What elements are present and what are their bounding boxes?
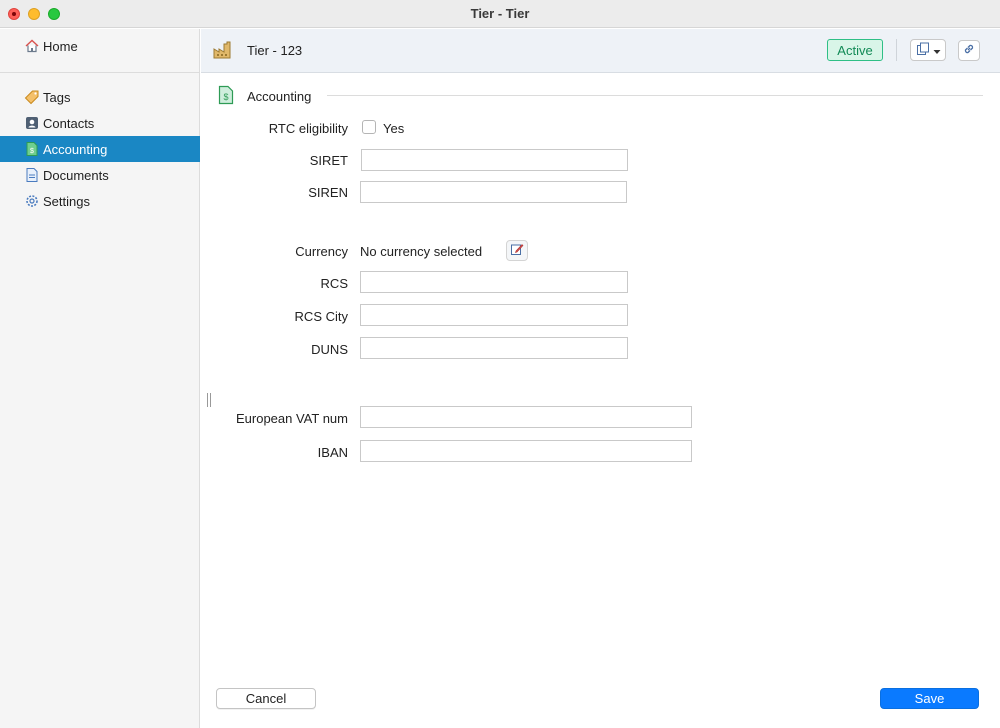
sidebar-item-contacts[interactable]: Contacts	[0, 110, 200, 136]
rcs-city-label: RCS City	[294, 309, 348, 324]
rtc-eligibility-label: RTC eligibility	[268, 121, 348, 136]
svg-text:$: $	[223, 92, 228, 102]
cancel-button[interactable]: Cancel	[216, 688, 316, 709]
window-title: Tier - Tier	[470, 6, 530, 21]
section-title: Accounting	[247, 89, 312, 104]
sidebar-item-accounting[interactable]: $ Accounting	[0, 136, 200, 162]
section-divider	[327, 95, 983, 96]
rtc-eligibility-yes-label[interactable]: Yes	[383, 121, 404, 136]
tag-icon	[24, 89, 40, 105]
edit-icon	[510, 242, 524, 259]
sidebar-item-label: Documents	[43, 167, 109, 183]
resize-handle[interactable]	[206, 393, 212, 407]
siret-label: SIRET	[309, 153, 348, 168]
rtc-eligibility-checkbox[interactable]	[362, 120, 376, 134]
sidebar-item-settings[interactable]: Settings	[0, 188, 200, 214]
accounting-document-icon: $	[24, 141, 40, 157]
rcs-city-input[interactable]	[360, 304, 628, 326]
copy-icon	[916, 42, 930, 59]
rcs-input[interactable]	[360, 271, 628, 293]
svg-text:$: $	[30, 148, 34, 155]
iban-input[interactable]	[360, 440, 692, 462]
siren-label: SIREN	[308, 185, 348, 200]
copy-menu-button[interactable]	[910, 39, 946, 61]
sidebar: Home Tags Contacts $ Accounting Document…	[0, 29, 200, 728]
sidebar-item-home[interactable]: Home	[0, 33, 200, 59]
rcs-label: RCS	[320, 276, 348, 291]
currency-label: Currency	[295, 244, 348, 259]
document-icon	[24, 167, 40, 183]
sidebar-item-label: Accounting	[43, 141, 108, 157]
sidebar-item-label: Settings	[43, 193, 90, 209]
link-icon	[962, 42, 976, 59]
header-divider	[896, 39, 897, 61]
currency-value: No currency selected	[360, 244, 483, 259]
factory-icon	[212, 40, 234, 63]
sidebar-item-documents[interactable]: Documents	[0, 162, 200, 188]
home-icon	[24, 38, 40, 54]
european-vat-label: European VAT num	[235, 411, 348, 426]
edit-currency-button[interactable]	[506, 240, 528, 261]
accounting-document-icon: $	[217, 85, 235, 108]
duns-input[interactable]	[360, 337, 628, 359]
sidebar-item-label: Home	[43, 38, 78, 54]
contact-card-icon	[24, 115, 40, 131]
link-button[interactable]	[958, 40, 980, 61]
iban-label: IBAN	[317, 445, 348, 460]
title-bar: Tier - Tier	[0, 0, 1000, 28]
status-badge: Active	[827, 39, 883, 61]
sidebar-item-label: Contacts	[43, 115, 95, 131]
siret-input[interactable]	[361, 149, 628, 171]
sidebar-item-tags[interactable]: Tags	[0, 84, 200, 110]
record-title: Tier - 123	[247, 43, 303, 58]
gear-icon	[24, 193, 40, 209]
duns-label: DUNS	[311, 342, 348, 357]
record-header: Tier - 123 Active	[201, 29, 1000, 73]
chevron-down-icon	[933, 43, 941, 58]
sidebar-item-label: Tags	[43, 89, 71, 105]
save-button[interactable]: Save	[880, 688, 979, 709]
sidebar-divider	[0, 72, 200, 73]
siren-input[interactable]	[360, 181, 627, 203]
european-vat-input[interactable]	[360, 406, 692, 428]
